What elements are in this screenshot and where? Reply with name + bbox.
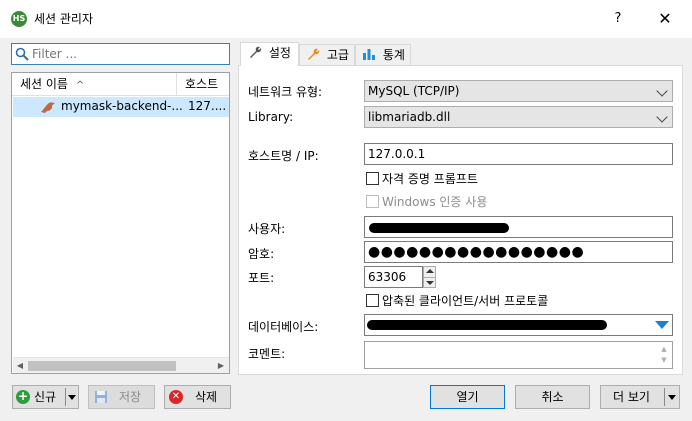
database-input[interactable]	[364, 314, 673, 336]
tab-advanced[interactable]: 고급	[299, 44, 355, 67]
port-label: 포트:	[248, 271, 275, 285]
column-name-label: 세션 이름	[20, 77, 68, 91]
dolphin-icon	[41, 102, 55, 113]
redaction-mark	[367, 320, 607, 330]
password-input[interactable]: ●●●●●●●●●●●●●●●●●	[364, 241, 673, 263]
close-button[interactable]: ✕	[650, 7, 680, 31]
user-label: 사용자:	[248, 222, 286, 236]
session-tree[interactable]: 세션 이름 ^ 호스트 mymask-backend-... 127.... ◀…	[11, 72, 230, 374]
floppy-disk-icon	[95, 391, 107, 403]
wrench-orange-icon	[308, 48, 320, 60]
password-label: 암호:	[248, 247, 275, 261]
windows-auth-checkbox[interactable]	[366, 195, 379, 208]
port-spinner[interactable]	[423, 266, 436, 288]
database-label: 데이터베이스:	[248, 320, 319, 334]
chevron-down-icon	[656, 111, 668, 123]
cancel-button[interactable]: 취소	[515, 385, 590, 409]
more-button[interactable]: 더 보기	[600, 385, 680, 409]
host-label: 호스트명 / IP:	[248, 149, 319, 163]
port-input[interactable]: 63306	[364, 266, 423, 288]
comment-scroll-icon[interactable]: ▲ ▼	[659, 344, 669, 366]
title-bar	[0, 0, 692, 38]
scroll-left-icon[interactable]: ◀	[15, 361, 25, 371]
more-button-label: 더 보기	[613, 390, 650, 404]
redaction-mark	[369, 223, 509, 233]
prompt-credentials-label: 자격 증명 프롬프트	[382, 172, 478, 186]
window-title: 세션 관리자	[34, 12, 94, 26]
spin-down-icon[interactable]	[426, 281, 434, 285]
delete-button[interactable]: ✕ 삭제	[164, 385, 231, 409]
bar-chart-icon	[363, 49, 375, 60]
user-input[interactable]	[364, 216, 673, 238]
save-button[interactable]: 저장	[88, 385, 155, 409]
network-type-label: 네트워크 유형:	[248, 85, 323, 99]
host-input[interactable]: 127.0.0.1	[364, 143, 673, 165]
network-type-value: MySQL (TCP/IP)	[368, 84, 460, 98]
comment-label: 코멘트:	[248, 347, 286, 361]
open-button[interactable]: 열기	[430, 385, 505, 409]
new-button-label: 신규	[34, 390, 57, 404]
column-host-label: 호스트	[185, 77, 219, 91]
filter-box[interactable]	[11, 43, 230, 65]
column-header-name[interactable]: 세션 이름 ^	[12, 73, 177, 96]
database-dropdown-icon[interactable]	[655, 321, 669, 329]
horizontal-scrollbar[interactable]: ◀ ▶	[13, 357, 229, 373]
spin-divider	[424, 277, 435, 278]
sort-indicator-icon: ^	[75, 80, 85, 91]
comment-textarea[interactable]: ▲ ▼	[364, 341, 673, 369]
filter-input[interactable]	[32, 45, 222, 63]
windows-auth-label: Windows 인증 사용	[382, 195, 488, 209]
scroll-right-icon[interactable]: ▶	[216, 361, 226, 371]
new-button[interactable]: + 신규	[12, 385, 79, 409]
session-name: mymask-backend-...	[61, 99, 183, 113]
spin-up-icon[interactable]	[426, 269, 434, 273]
library-label: Library:	[248, 110, 294, 124]
delete-x-icon: ✕	[169, 390, 183, 404]
dropdown-arrow-icon[interactable]	[668, 395, 676, 400]
tab-settings-label: 설정	[268, 46, 291, 60]
save-button-label: 저장	[119, 390, 142, 404]
library-value: libmariadb.dll	[368, 110, 451, 124]
column-header-host[interactable]: 호스트	[177, 73, 229, 96]
table-row[interactable]: mymask-backend-... 127....	[13, 97, 229, 117]
tab-statistics-label: 통계	[382, 48, 405, 62]
delete-button-label: 삭제	[195, 390, 218, 404]
prompt-credentials-checkbox[interactable]	[366, 172, 379, 185]
dropdown-arrow-icon[interactable]	[68, 395, 76, 400]
tab-advanced-label: 고급	[326, 48, 349, 62]
library-select[interactable]: libmariadb.dll	[364, 106, 673, 128]
plus-icon: +	[16, 389, 30, 404]
split-divider	[65, 388, 66, 406]
tab-settings[interactable]: 설정	[240, 42, 299, 66]
chevron-down-icon	[656, 85, 668, 97]
scroll-thumb[interactable]	[28, 361, 176, 371]
compressed-protocol-label: 압축된 클라이언트/서버 프로토콜	[382, 294, 549, 308]
wrench-icon	[250, 46, 262, 58]
session-host: 127....	[188, 99, 227, 113]
tab-statistics[interactable]: 통계	[355, 44, 411, 67]
split-divider	[664, 388, 665, 406]
compressed-protocol-checkbox[interactable]	[366, 294, 379, 307]
help-button[interactable]: ?	[603, 7, 633, 31]
network-type-select[interactable]: MySQL (TCP/IP)	[364, 80, 673, 102]
search-icon	[15, 47, 29, 61]
app-icon: HS	[11, 11, 27, 27]
